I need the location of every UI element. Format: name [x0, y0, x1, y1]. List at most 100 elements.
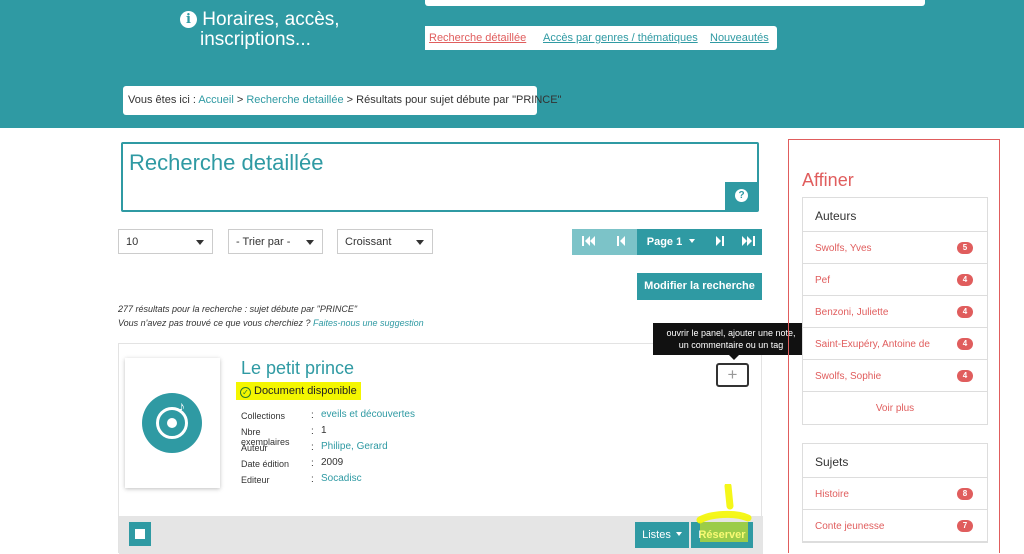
availability-text: Document disponible — [254, 385, 357, 397]
last-page-button[interactable] — [733, 229, 762, 255]
facet-item-label: Saint-Exupéry, Antoine de — [815, 339, 930, 350]
help-icon: ? — [735, 189, 748, 202]
detail-separator: : — [311, 426, 314, 437]
search-title: Recherche detaillée — [129, 150, 324, 175]
item-thumbnail[interactable]: ♪ — [125, 358, 220, 488]
page-select[interactable]: Page 1 — [637, 229, 705, 255]
page-label: Page 1 — [646, 236, 683, 248]
prev-page-icon — [616, 236, 625, 246]
detail-label: Editeur — [241, 475, 270, 485]
detail-label: Collections — [241, 411, 286, 421]
see-more-link[interactable]: Voir plus — [803, 392, 987, 424]
chevron-down-icon — [196, 240, 204, 245]
count-badge: 4 — [957, 338, 973, 350]
hours-access-link[interactable]: i Horaires, accès, inscriptions... — [180, 10, 410, 50]
facet-authors-header[interactable]: Auteurs — [803, 198, 987, 232]
suggestion-link[interactable]: Faites-nous une suggestion — [313, 318, 424, 328]
chevron-down-icon — [416, 240, 424, 245]
detail-separator: : — [311, 474, 314, 485]
facet-item-label: Swolfs, Yves — [815, 243, 872, 254]
detail-separator: : — [311, 442, 314, 453]
detail-label: Auteur — [241, 443, 268, 453]
breadcrumb-search[interactable]: Recherche detaillée — [246, 94, 343, 106]
facet-subjects: Sujets Histoire 8 Conte jeunesse 7 — [802, 443, 988, 543]
result-card: ♪ Le petit prince ✓ Document disponible C… — [118, 343, 763, 554]
cd-music-icon: ♪ — [142, 393, 202, 453]
select-checkbox[interactable] — [129, 522, 151, 546]
breadcrumb-prefix: Vous êtes ici : — [128, 94, 196, 106]
search-panel[interactable]: Recherche detaillée ? — [121, 142, 759, 212]
refine-title: Affiner — [802, 170, 854, 190]
per-page-select[interactable]: 10 — [118, 229, 213, 254]
help-button[interactable]: ? — [725, 182, 757, 210]
detail-value-author[interactable]: Philipe, Gerard — [321, 441, 388, 452]
order-value: Croissant — [345, 236, 392, 248]
not-found-text: Vous n'avez pas trouvé ce que vous cherc… — [118, 318, 311, 328]
facet-item-author[interactable]: Benzoni, Juliette 4 — [803, 296, 987, 328]
top-search-bar[interactable] — [425, 0, 925, 6]
detail-value-collections[interactable]: eveils et découvertes — [321, 409, 415, 420]
info-icon: i — [180, 11, 197, 28]
add-note-tooltip: ouvrir le panel, ajouter une note, un co… — [653, 323, 809, 360]
subnav-genres[interactable]: Accès par genres / thématiques — [543, 32, 698, 44]
detail-value-publisher[interactable]: Socadisc — [321, 473, 362, 484]
sort-select[interactable]: - Trier par - — [228, 229, 323, 254]
results-count: 277 résultats pour la recherche : sujet … — [118, 304, 358, 314]
facet-item-subject[interactable]: Histoire 8 — [803, 478, 987, 510]
count-badge: 7 — [957, 520, 973, 532]
breadcrumb-home[interactable]: Accueil — [198, 94, 233, 106]
tooltip-line2: un commentaire ou un tag — [678, 340, 784, 350]
plus-icon: + — [727, 365, 738, 384]
availability-status: ✓ Document disponible — [236, 382, 361, 400]
next-page-icon — [715, 236, 724, 246]
modify-search-button[interactable]: Modifier la recherche — [637, 273, 762, 300]
detail-separator: : — [311, 458, 314, 469]
add-note-button[interactable]: + — [716, 363, 749, 387]
count-badge: 4 — [957, 370, 973, 382]
facet-item-author[interactable]: Pef 4 — [803, 264, 987, 296]
facet-subjects-header[interactable]: Sujets — [803, 444, 987, 478]
facet-item-label: Histoire — [815, 489, 849, 500]
lists-button[interactable]: Listes — [635, 522, 689, 548]
breadcrumb-separator: > — [236, 94, 244, 106]
site-header: i Horaires, accès, inscriptions... Reche… — [0, 0, 1024, 128]
hours-line2: inscriptions... — [200, 29, 311, 50]
facet-item-label: Conte jeunesse — [815, 521, 885, 532]
facet-item-author[interactable]: Swolfs, Sophie 4 — [803, 360, 987, 392]
first-page-button[interactable] — [572, 229, 605, 255]
breadcrumb: Vous êtes ici : Accueil > Recherche deta… — [123, 86, 561, 115]
check-circle-icon: ✓ — [240, 387, 251, 398]
detail-separator: : — [311, 410, 314, 421]
next-page-button[interactable] — [705, 229, 733, 255]
prev-page-button[interactable] — [605, 229, 637, 255]
per-page-value: 10 — [126, 236, 139, 248]
pagination: Page 1 — [572, 229, 762, 255]
detail-label: Date édition — [241, 459, 290, 469]
item-title[interactable]: Le petit prince — [241, 358, 354, 379]
subnav-detailed-search[interactable]: Recherche détaillée — [429, 32, 526, 44]
last-page-icon — [741, 236, 755, 246]
refine-sidebar: Affiner Auteurs Swolfs, Yves 5 Pef 4 Benzo… — [788, 139, 1000, 553]
count-badge: 4 — [957, 306, 973, 318]
facet-item-label: Benzoni, Juliette — [815, 307, 889, 318]
facet-item-subject[interactable]: Conte jeunesse 7 — [803, 510, 987, 542]
subnav-new[interactable]: Nouveautés — [710, 32, 769, 44]
chevron-down-icon — [689, 239, 696, 243]
facet-authors: Auteurs Swolfs, Yves 5 Pef 4 Benzoni, Juli… — [802, 197, 988, 425]
order-select[interactable]: Croissant — [337, 229, 433, 254]
facet-item-label: Pef — [815, 275, 831, 286]
card-footer: Listes Réserver — [119, 516, 763, 554]
tooltip-line1: ouvrir le panel, ajouter une note, — [666, 328, 796, 338]
sub-navigation: Recherche détaillée Accès par genres / t… — [425, 26, 777, 50]
first-page-icon — [581, 236, 595, 246]
lists-label: Listes — [642, 529, 671, 541]
reserve-button[interactable]: Réserver — [691, 522, 753, 548]
facet-item-author[interactable]: Swolfs, Yves 5 — [803, 232, 987, 264]
chevron-down-icon — [675, 532, 682, 536]
breadcrumb-current: Résultats pour sujet débute par "PRINCE" — [356, 94, 562, 106]
detail-value-date: 2009 — [321, 457, 344, 468]
count-badge: 8 — [957, 488, 973, 500]
chevron-down-icon — [306, 240, 314, 245]
detail-value-copies: 1 — [321, 425, 327, 436]
facet-item-author[interactable]: Saint-Exupéry, Antoine de 4 — [803, 328, 987, 360]
